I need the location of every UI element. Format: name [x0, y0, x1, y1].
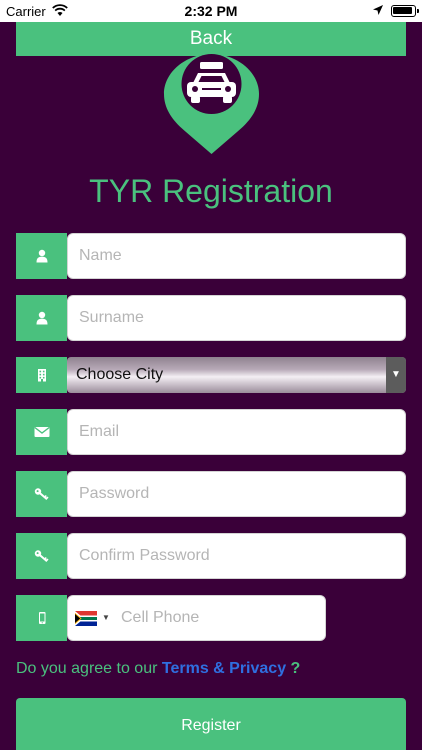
chevron-down-icon: ▼ [386, 357, 406, 393]
cell-phone-field[interactable]: ▼ Cell Phone [67, 595, 326, 641]
terms-agreement: Do you agree to our Terms & Privacy ? [16, 660, 300, 678]
password-row: Password [16, 471, 406, 517]
name-field[interactable]: Name [67, 233, 406, 279]
terms-suffix: ? [290, 660, 301, 677]
cell-phone-row: ▼ Cell Phone [16, 595, 406, 641]
confirm-password-row: Confirm Password [16, 533, 406, 579]
key-icon [16, 533, 67, 579]
chevron-down-icon[interactable]: ▼ [102, 596, 110, 640]
city-select-value: Choose City [76, 366, 164, 383]
person-icon [16, 295, 67, 341]
terms-prefix: Do you agree to our [16, 660, 158, 677]
surname-row: Surname [16, 295, 406, 341]
south-africa-flag-icon[interactable] [75, 611, 97, 626]
cell-phone-placeholder: Cell Phone [121, 609, 200, 626]
key-icon [16, 471, 67, 517]
surname-field[interactable]: Surname [67, 295, 406, 341]
envelope-icon [16, 409, 67, 455]
terms-privacy-link[interactable]: Terms & Privacy [162, 660, 286, 677]
city-row: Choose City ▼ [16, 357, 406, 393]
city-select[interactable]: Choose City ▼ [67, 357, 406, 393]
register-button[interactable]: Register [16, 698, 406, 750]
confirm-password-field[interactable]: Confirm Password [67, 533, 406, 579]
name-row: Name [16, 233, 406, 279]
page-title: TYR Registration [89, 173, 333, 209]
location-arrow-icon [372, 4, 384, 19]
building-icon [16, 357, 67, 393]
battery-icon [391, 5, 419, 17]
email-row: Email [16, 409, 406, 455]
status-bar: Carrier 2:32 PM [0, 0, 422, 22]
email-field[interactable]: Email [67, 409, 406, 455]
password-field[interactable]: Password [67, 471, 406, 517]
person-icon [16, 233, 67, 279]
clock-time: 2:32 PM [184, 3, 238, 19]
taxi-pin-logo [160, 48, 263, 156]
mobile-phone-icon [16, 595, 67, 641]
